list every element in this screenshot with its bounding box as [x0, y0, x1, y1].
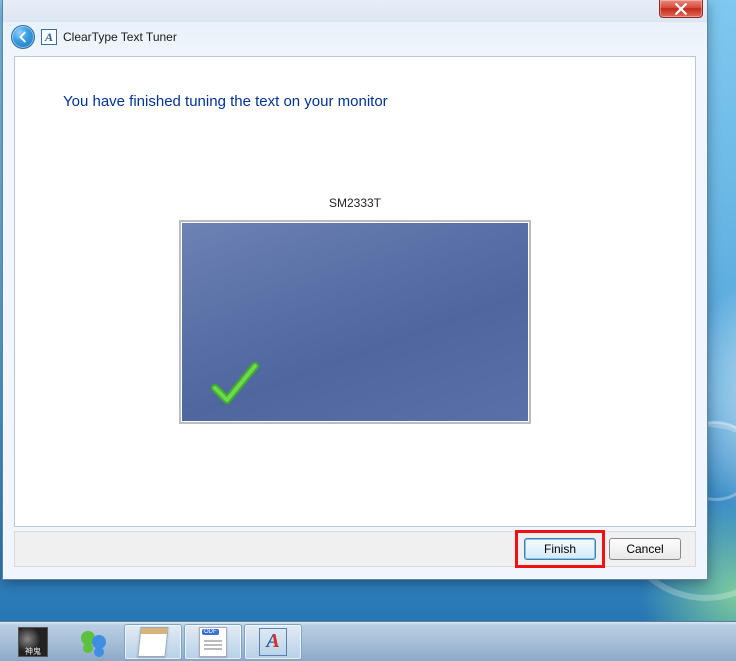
page-heading: You have finished tuning the text on you…	[15, 57, 695, 110]
close-icon	[675, 3, 687, 15]
messenger-icon	[78, 627, 108, 657]
cleartype-app-icon: A	[259, 628, 287, 656]
back-button[interactable]	[11, 25, 35, 49]
monitor-name-label: SM2333T	[15, 196, 695, 210]
content-panel: You have finished tuning the text on you…	[14, 56, 696, 527]
taskbar-item-odf[interactable]	[184, 624, 242, 660]
tutorial-highlight: Finish	[515, 530, 605, 568]
monitor-preview-wrap	[179, 220, 531, 424]
taskbar-item-cleartype[interactable]: A	[244, 624, 302, 660]
notepad-icon	[137, 627, 168, 657]
checkmark-icon	[209, 358, 259, 408]
desktop: A ClearType Text Tuner You have finished…	[0, 0, 736, 661]
button-bar: Finish Cancel	[14, 531, 696, 567]
taskbar-item-messenger[interactable]	[64, 624, 122, 660]
finish-button[interactable]: Finish	[524, 538, 596, 560]
taskbar-item-thumbnail[interactable]	[4, 624, 62, 660]
window-title: ClearType Text Tuner	[63, 30, 177, 44]
taskbar-item-notepad[interactable]	[124, 624, 182, 660]
monitor-preview	[179, 220, 531, 424]
close-button[interactable]	[659, 0, 703, 18]
cleartype-icon: A	[41, 29, 57, 45]
titlebar[interactable]	[3, 0, 707, 22]
cleartype-window: A ClearType Text Tuner You have finished…	[2, 0, 708, 580]
app-thumbnail-icon	[18, 627, 48, 657]
nav-row: A ClearType Text Tuner	[3, 22, 707, 52]
taskbar[interactable]: A	[0, 621, 736, 661]
cancel-button[interactable]: Cancel	[609, 538, 681, 560]
back-arrow-icon	[16, 30, 30, 44]
odf-document-icon	[199, 627, 227, 657]
